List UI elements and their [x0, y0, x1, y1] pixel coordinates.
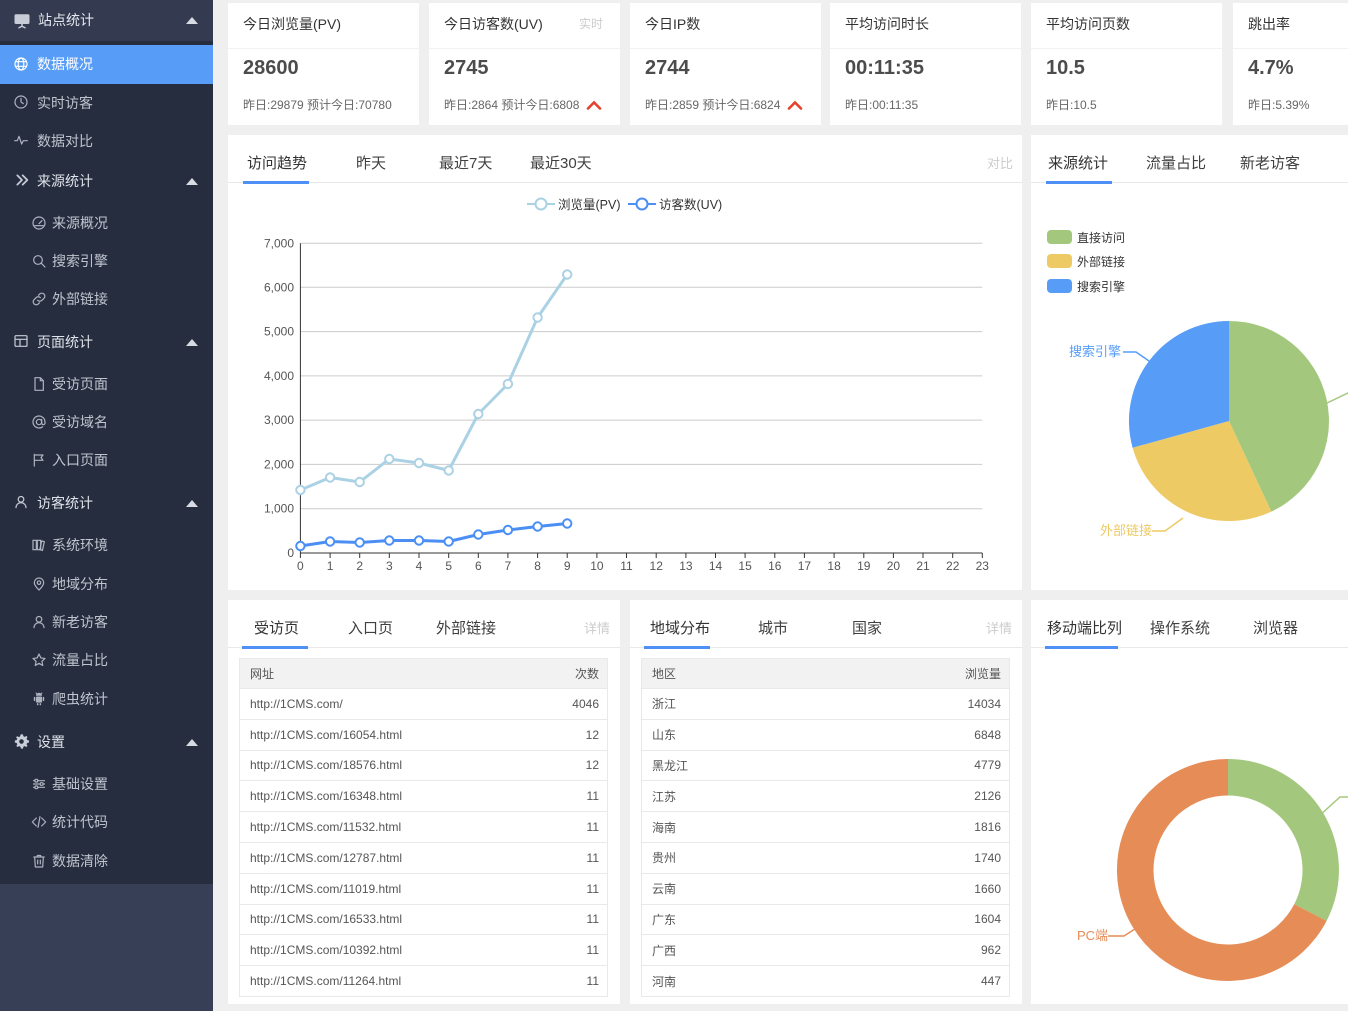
svg-text:8: 8	[534, 559, 541, 573]
svg-text:17: 17	[798, 559, 812, 573]
svg-text:5,000: 5,000	[264, 325, 294, 339]
svg-text:19: 19	[857, 559, 871, 573]
svg-text:6,000: 6,000	[264, 280, 294, 294]
svg-text:18: 18	[827, 559, 841, 573]
svg-text:6: 6	[475, 559, 482, 573]
svg-text:搜索引擎: 搜索引擎	[1069, 344, 1121, 359]
svg-text:PC端: PC端	[1077, 928, 1108, 943]
svg-text:7,000: 7,000	[264, 236, 294, 250]
svg-text:12: 12	[650, 559, 664, 573]
svg-text:15: 15	[738, 559, 752, 573]
svg-text:1: 1	[327, 559, 334, 573]
svg-text:0: 0	[287, 546, 294, 560]
svg-text:20: 20	[887, 559, 901, 573]
svg-text:0: 0	[297, 559, 304, 573]
svg-text:23: 23	[976, 559, 990, 573]
svg-text:浏览量(PV): 浏览量(PV)	[558, 197, 621, 212]
svg-text:3: 3	[386, 559, 393, 573]
svg-text:11: 11	[620, 559, 633, 573]
svg-text:21: 21	[916, 559, 930, 573]
svg-text:16: 16	[768, 559, 782, 573]
svg-text:22: 22	[946, 559, 960, 573]
svg-text:访客数(UV): 访客数(UV)	[659, 197, 722, 212]
svg-text:外部链接: 外部链接	[1100, 523, 1152, 538]
svg-text:7: 7	[505, 559, 512, 573]
svg-text:5: 5	[445, 559, 452, 573]
svg-text:4: 4	[416, 559, 423, 573]
svg-text:14: 14	[709, 559, 723, 573]
svg-text:2,000: 2,000	[264, 457, 294, 471]
svg-text:1,000: 1,000	[264, 502, 294, 516]
svg-text:13: 13	[679, 559, 693, 573]
svg-text:2: 2	[356, 559, 363, 573]
svg-text:3,000: 3,000	[264, 413, 294, 427]
svg-text:9: 9	[564, 559, 571, 573]
svg-text:4,000: 4,000	[264, 369, 294, 383]
svg-text:10: 10	[590, 559, 604, 573]
